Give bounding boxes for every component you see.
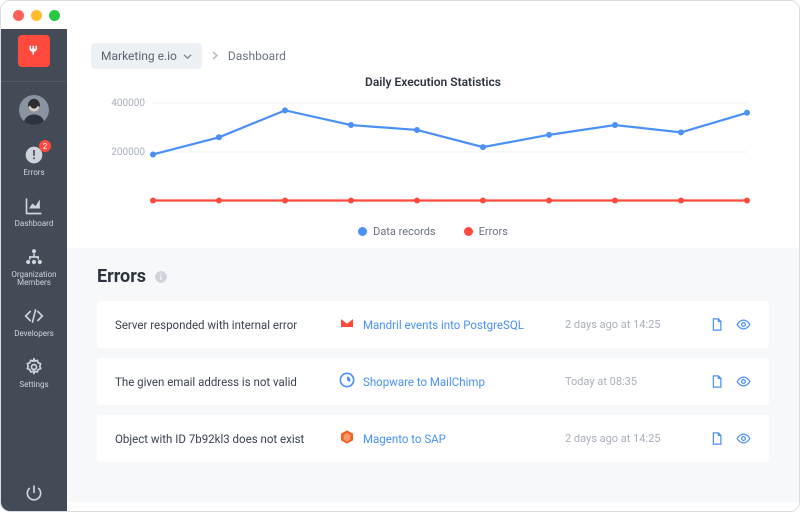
window-maximize-button[interactable] — [49, 10, 60, 21]
brand-logo[interactable] — [18, 35, 50, 67]
error-message: Server responded with internal error — [115, 318, 325, 332]
error-actions — [709, 317, 751, 332]
sidebar-item-label: Settings — [19, 381, 48, 390]
sidebar-item-label: Developers — [14, 330, 54, 339]
error-timestamp: 2 days ago at 14:25 — [565, 432, 695, 445]
errors-heading: Errors — [97, 266, 146, 287]
breadcrumb-current: Dashboard — [228, 49, 286, 63]
error-source[interactable]: Mandril events into PostgreSQL — [339, 315, 551, 334]
app-window: 2 Errors Dashboard Organization Members — [0, 0, 800, 512]
magento-icon — [339, 429, 355, 448]
error-source-label: Mandril events into PostgreSQL — [363, 318, 524, 332]
error-timestamp: 2 days ago at 14:25 — [565, 318, 695, 331]
error-row[interactable]: The given email address is not valid Sho… — [97, 358, 769, 405]
sidebar-item-settings[interactable]: Settings — [1, 347, 67, 398]
chevron-right-icon — [212, 51, 218, 60]
document-icon[interactable] — [709, 431, 724, 446]
user-avatar[interactable] — [19, 95, 49, 125]
sidebar-item-developers[interactable]: Developers — [1, 296, 67, 347]
eye-icon[interactable] — [736, 317, 751, 332]
legend-item-data-records: Data records — [358, 225, 436, 238]
project-name: Marketing e.io — [101, 49, 177, 63]
error-source-label: Shopware to MailChimp — [363, 375, 485, 389]
chart-legend: Data records Errors — [97, 225, 769, 238]
org-tree-icon — [24, 247, 44, 267]
chart-title: Daily Execution Statistics — [97, 75, 769, 89]
error-timestamp: Today at 08:35 — [565, 375, 695, 388]
error-actions — [709, 374, 751, 389]
sidebar-item-org-members[interactable]: Organization Members — [1, 237, 67, 297]
error-source[interactable]: Magento to SAP — [339, 429, 551, 448]
error-actions — [709, 431, 751, 446]
line-chart: 200000 400000 — [97, 95, 757, 215]
errors-badge: 2 — [39, 140, 51, 152]
eye-icon[interactable] — [736, 374, 751, 389]
window-titlebar — [1, 1, 799, 29]
errors-header: Errors — [97, 266, 769, 287]
main-content: Marketing e.io Dashboard Daily Execution… — [67, 29, 799, 511]
chevron-down-icon — [183, 52, 192, 61]
breadcrumb-separator — [212, 49, 218, 63]
sidebar-item-errors[interactable]: 2 Errors — [1, 135, 67, 186]
svg-text:200000: 200000 — [111, 147, 145, 158]
shopware-icon — [339, 372, 355, 391]
legend-item-errors: Errors — [464, 225, 508, 238]
chart-panel: Daily Execution Statistics 200000400000 … — [67, 75, 799, 248]
info-circle-icon — [154, 270, 168, 284]
error-source-label: Magento to SAP — [363, 432, 446, 446]
window-minimize-button[interactable] — [31, 10, 42, 21]
breadcrumb-bar: Marketing e.io Dashboard — [67, 29, 799, 75]
sidebar-item-label: Dashboard — [15, 220, 54, 229]
error-source[interactable]: Shopware to MailChimp — [339, 372, 551, 391]
app-body: 2 Errors Dashboard Organization Members — [1, 29, 799, 511]
document-icon[interactable] — [709, 317, 724, 332]
code-icon — [24, 306, 44, 326]
sidebar-item-dashboard[interactable]: Dashboard — [1, 186, 67, 237]
sidebar-item-label: Errors — [23, 169, 44, 178]
chart-area-icon — [24, 196, 44, 216]
gear-icon — [24, 357, 44, 377]
project-selector[interactable]: Marketing e.io — [91, 43, 202, 69]
plug-cloud-icon — [25, 42, 43, 60]
error-row[interactable]: Server responded with internal error Man… — [97, 301, 769, 348]
sidebar-item-power[interactable] — [1, 473, 67, 511]
errors-section: Errors Server responded with internal er… — [67, 248, 799, 502]
window-close-button[interactable] — [13, 10, 24, 21]
error-message: The given email address is not valid — [115, 375, 325, 389]
svg-text:400000: 400000 — [111, 98, 145, 109]
document-icon[interactable] — [709, 374, 724, 389]
sidebar: 2 Errors Dashboard Organization Members — [1, 29, 67, 511]
mandrill-icon — [339, 315, 355, 334]
error-row[interactable]: Object with ID 7b92kl3 does not exist Ma… — [97, 415, 769, 462]
power-icon — [24, 483, 44, 503]
error-message: Object with ID 7b92kl3 does not exist — [115, 432, 325, 446]
sidebar-item-label: Organization Members — [1, 271, 67, 289]
eye-icon[interactable] — [736, 431, 751, 446]
